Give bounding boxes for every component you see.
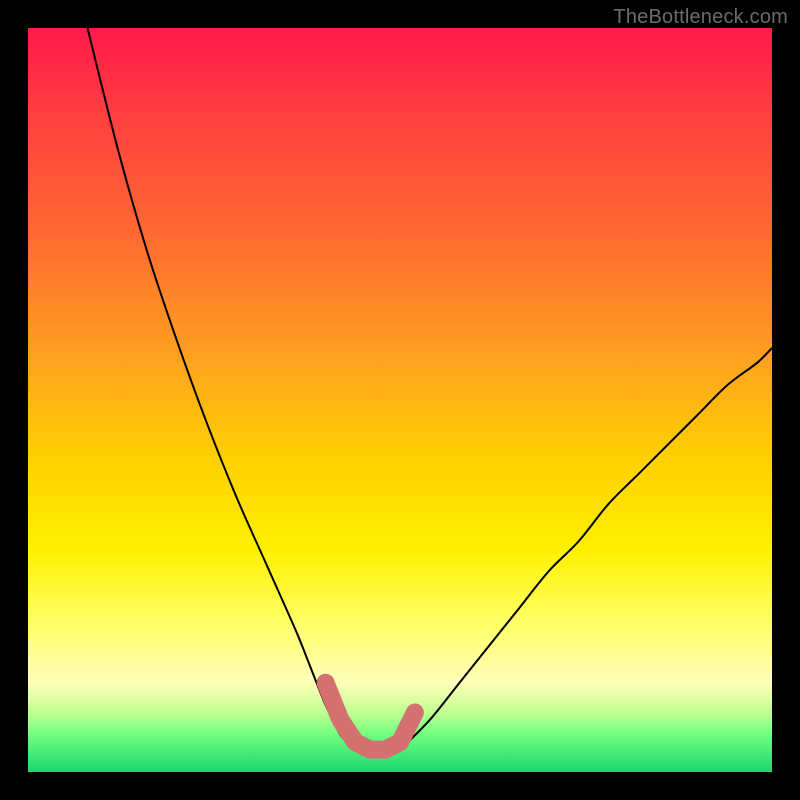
watermark-label: TheBottleneck.com — [613, 6, 788, 29]
chart-svg — [28, 28, 772, 772]
left-curve — [88, 28, 356, 750]
right-curve — [400, 348, 772, 750]
plot-area — [28, 28, 772, 772]
valley-marker — [326, 683, 415, 750]
chart-frame: TheBottleneck.com — [0, 0, 800, 800]
